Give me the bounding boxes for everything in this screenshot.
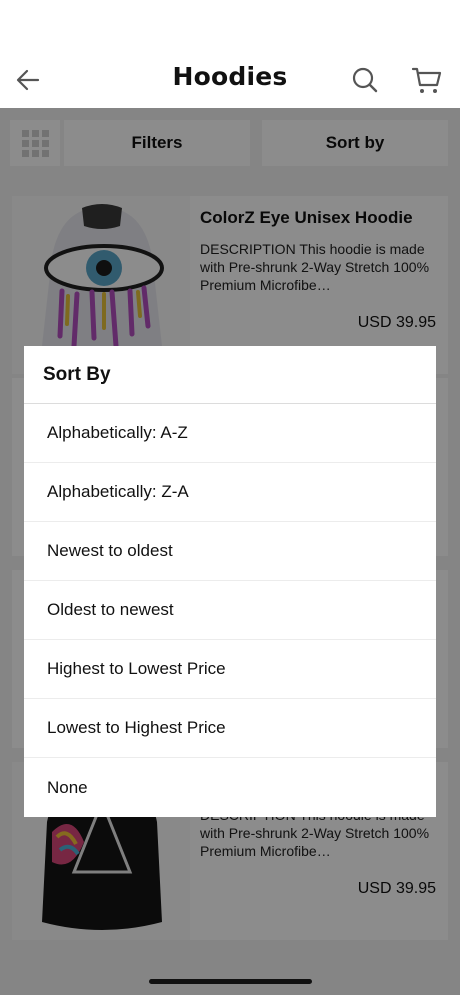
status-bar [0, 0, 460, 50]
sort-option-oldest[interactable]: Oldest to newest [24, 581, 436, 640]
sort-dialog-title: Sort By [24, 346, 436, 404]
sort-option-alpha-az[interactable]: Alphabetically: A-Z [24, 404, 436, 463]
sort-option-none[interactable]: None [24, 758, 436, 817]
home-indicator[interactable] [149, 979, 312, 984]
search-icon[interactable] [351, 66, 379, 94]
sort-option-newest[interactable]: Newest to oldest [24, 522, 436, 581]
sort-option-alpha-za[interactable]: Alphabetically: Z-A [24, 463, 436, 522]
sort-by-dialog: Sort By Alphabetically: A-Z Alphabetical… [24, 346, 436, 817]
app-header: Hoodies [0, 50, 460, 108]
cart-icon[interactable] [411, 64, 443, 96]
sort-option-price-low-high[interactable]: Lowest to Highest Price [24, 699, 436, 758]
sort-option-price-high-low[interactable]: Highest to Lowest Price [24, 640, 436, 699]
page-title: Hoodies [172, 62, 288, 91]
